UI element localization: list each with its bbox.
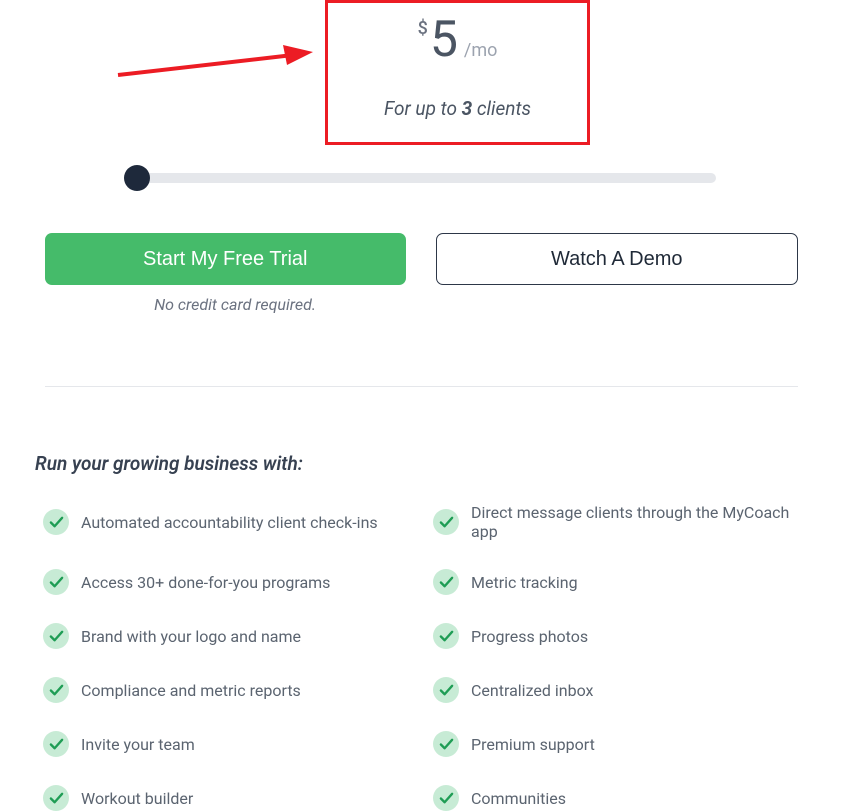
feature-item: Communities	[433, 785, 808, 811]
feature-text: Invite your team	[81, 735, 195, 754]
check-icon	[433, 731, 459, 757]
client-count-slider[interactable]	[127, 173, 716, 183]
feature-item: Compliance and metric reports	[43, 677, 423, 703]
feature-item: Invite your team	[43, 731, 423, 757]
price-amount: 5	[430, 11, 458, 69]
check-icon	[433, 677, 459, 703]
section-divider	[45, 386, 798, 387]
feature-text: Communities	[471, 789, 566, 808]
feature-text: Metric tracking	[471, 573, 578, 592]
cta-note: No credit card required.	[45, 295, 425, 314]
feature-item: Access 30+ done-for-you programs	[43, 569, 423, 595]
feature-item: Automated accountability client check-in…	[43, 503, 423, 541]
check-icon	[43, 785, 69, 811]
feature-text: Progress photos	[471, 627, 588, 646]
check-icon	[43, 677, 69, 703]
watch-demo-button[interactable]: Watch A Demo	[436, 233, 799, 285]
check-icon	[433, 623, 459, 649]
feature-text: Direct message clients through the MyCoa…	[471, 503, 808, 541]
feature-item: Premium support	[433, 731, 808, 757]
feature-item: Direct message clients through the MyCoa…	[433, 503, 808, 541]
feature-text: Brand with your logo and name	[81, 627, 301, 646]
check-icon	[433, 785, 459, 811]
check-icon	[43, 509, 69, 535]
check-icon	[433, 569, 459, 595]
currency-symbol: $	[418, 18, 428, 39]
slider-track	[127, 173, 716, 183]
feature-text: Automated accountability client check-in…	[81, 513, 378, 532]
feature-text: Premium support	[471, 735, 595, 754]
feature-item: Progress photos	[433, 623, 808, 649]
check-icon	[43, 569, 69, 595]
cta-buttons: Start My Free Trial Watch A Demo	[35, 233, 808, 285]
start-free-trial-button[interactable]: Start My Free Trial	[45, 233, 406, 285]
feature-item: Centralized inbox	[433, 677, 808, 703]
features-heading: Run your growing business with:	[35, 452, 808, 475]
price-caption: For up to 3 clients	[384, 97, 531, 120]
slider-thumb[interactable]	[124, 165, 150, 191]
features-list: Automated accountability client check-in…	[43, 503, 808, 811]
feature-item: Brand with your logo and name	[43, 623, 423, 649]
feature-text: Access 30+ done-for-you programs	[81, 573, 330, 592]
price-display: $ 5 /mo	[418, 11, 498, 69]
check-icon	[43, 731, 69, 757]
highlighted-price-region: $ 5 /mo For up to 3 clients	[325, 0, 590, 145]
check-icon	[433, 509, 459, 535]
check-icon	[43, 623, 69, 649]
annotation-arrow-icon	[113, 45, 318, 83]
feature-text: Compliance and metric reports	[81, 681, 301, 700]
feature-text: Centralized inbox	[471, 681, 593, 700]
feature-item: Workout builder	[43, 785, 423, 811]
feature-text: Workout builder	[81, 789, 193, 808]
price-period: /mo	[464, 40, 497, 61]
feature-item: Metric tracking	[433, 569, 808, 595]
